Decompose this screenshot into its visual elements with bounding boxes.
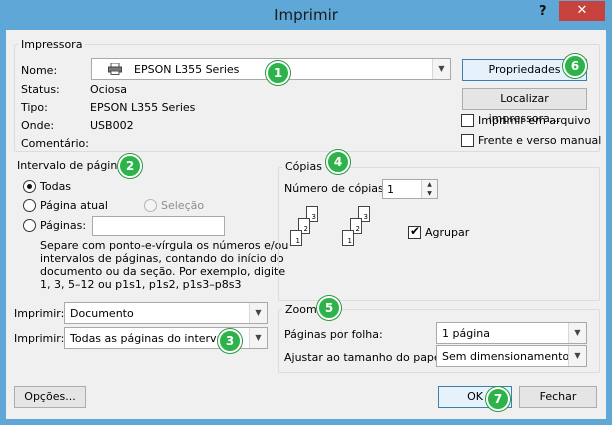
range-selection-label: Seleção (161, 199, 205, 212)
close-icon: ✕ (576, 3, 588, 18)
spin-arrows-icon[interactable]: ▲ ▼ (421, 180, 437, 198)
window-title: Imprimir (274, 6, 338, 24)
status-value: Ociosa (90, 83, 127, 96)
page-icon: 1 (342, 230, 354, 246)
callout-badge-7: 7 (486, 387, 510, 411)
printer-name-label: Nome: (21, 64, 58, 77)
pages-per-sheet-value: 1 página (442, 327, 490, 340)
range-selection-radio[interactable] (144, 199, 157, 212)
chevron-down-icon[interactable]: ▼ (249, 303, 267, 323)
where-value: USB002 (90, 119, 134, 132)
chevron-down-icon[interactable]: ▼ (432, 59, 450, 79)
pages-input[interactable] (92, 216, 225, 236)
checkmark-icon: ✔ (410, 224, 421, 238)
copies-count-input[interactable]: 1 ▲ ▼ (382, 179, 438, 199)
print-to-file-checkbox[interactable] (461, 114, 474, 127)
options-button[interactable]: Opções... (14, 386, 86, 408)
chevron-down-icon[interactable]: ▼ (249, 328, 267, 348)
title-bar: Imprimir ? ✕ (0, 0, 612, 30)
printer-name-value: EPSON L355 Series (134, 63, 240, 76)
range-all-label: Todas (40, 180, 72, 193)
range-pages-label: Páginas: (40, 219, 87, 232)
callout-badge-6: 6 (563, 54, 587, 78)
print-to-file-label: Imprimir em arquivo (478, 114, 591, 127)
callout-badge-2: 2 (118, 154, 142, 178)
pages-per-sheet-select[interactable]: 1 página ▼ (436, 322, 587, 344)
manual-duplex-label: Frente e verso manual (478, 134, 602, 147)
scale-value: Sem dimensionamento (442, 350, 570, 363)
range-all-radio[interactable] (23, 180, 36, 193)
print-pages-label: Imprimir: (14, 332, 65, 345)
chevron-down-icon[interactable]: ▼ (568, 323, 586, 343)
copies-count-label: Número de cópias: (284, 182, 388, 195)
range-pages-radio[interactable] (23, 219, 36, 232)
status-label: Status: (21, 83, 60, 96)
range-hint: Separe com ponto-e-vírgula os números e/… (40, 239, 289, 291)
page-range-legend: Intervalo de páginas (17, 159, 130, 172)
callout-badge-3: 3 (218, 329, 242, 353)
zoom-legend: Zoom (282, 303, 320, 316)
cancel-button[interactable]: Fechar (519, 386, 597, 408)
type-label: Tipo: (21, 101, 48, 114)
where-label: Onde: (21, 119, 55, 132)
close-button[interactable]: ✕ (559, 1, 605, 21)
dialog-body: Impressora Nome: EPSON L355 Series ▼ 1 P… (6, 30, 606, 419)
range-current-radio[interactable] (23, 199, 36, 212)
manual-duplex-checkbox[interactable] (461, 134, 474, 147)
print-pages-value: Todas as páginas do intervalo (70, 332, 234, 345)
collate-illustration: 3 2 1 3 2 1 (286, 206, 386, 266)
scale-select[interactable]: Sem dimensionamento ▼ (436, 345, 587, 367)
printer-legend: Impressora (18, 38, 86, 51)
chevron-down-icon[interactable]: ▼ (568, 346, 586, 366)
page-icon: 1 (290, 230, 302, 246)
help-button[interactable]: ? (539, 4, 547, 19)
print-what-label: Imprimir: (14, 307, 65, 320)
comment-label: Comentário: (21, 137, 89, 150)
print-what-select[interactable]: Documento ▼ (64, 302, 268, 324)
find-printer-button[interactable]: Localizar impressora... (462, 88, 587, 125)
pages-per-sheet-label: Páginas por folha: (284, 328, 383, 341)
scale-label: Ajustar ao tamanho do papel: (284, 351, 448, 364)
print-what-value: Documento (70, 307, 134, 320)
callout-badge-1: 1 (266, 61, 290, 85)
range-current-label: Página atual (40, 199, 108, 212)
callout-badge-5: 5 (317, 296, 341, 320)
copies-legend: Cópias (282, 160, 325, 173)
printer-icon (108, 62, 122, 75)
collate-label: Agrupar (425, 226, 470, 239)
collate-checkbox[interactable]: ✔ (408, 224, 421, 239)
callout-badge-4: 4 (326, 150, 350, 174)
type-value: EPSON L355 Series (90, 101, 196, 114)
print-dialog: Imprimir ? ✕ Impressora Nome: EPSON L355… (0, 0, 612, 425)
